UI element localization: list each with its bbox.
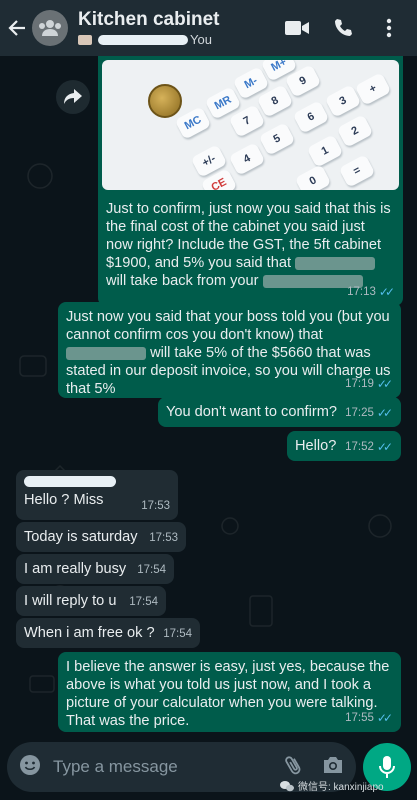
- outgoing-message[interactable]: Just now you said that your boss told yo…: [58, 302, 401, 398]
- chat-header: Kitchen cabinet You: [0, 0, 417, 56]
- calc-key: 1: [306, 134, 344, 168]
- incoming-message[interactable]: I am really busy 17:54: [16, 554, 174, 584]
- outgoing-message[interactable]: Hello? 17:52 ✓✓: [287, 431, 401, 461]
- message-time: 17:19: [345, 378, 374, 390]
- calc-key: 0: [294, 164, 332, 190]
- incoming-message[interactable]: I will reply to u 17:54: [16, 586, 166, 616]
- chat-area[interactable]: MC MR M- M+ 7 8 9 6 5 4 +/- CE 1 2 3 0 +…: [0, 56, 417, 736]
- message-time: 17:53: [141, 500, 170, 512]
- message-time: 17:54: [137, 564, 166, 576]
- message-time: 17:54: [129, 596, 158, 608]
- redacted-member-names: [98, 34, 188, 45]
- coin: [148, 84, 182, 118]
- message-time: 17:53: [149, 532, 178, 544]
- camera-icon[interactable]: [322, 756, 344, 779]
- calc-key: +: [354, 72, 392, 106]
- redacted-text: [295, 256, 376, 270]
- incoming-message[interactable]: Today is saturday 17:53: [16, 522, 186, 552]
- message-text: Today is saturday: [24, 529, 138, 545]
- message-meta: 17:25 ✓✓: [345, 404, 393, 422]
- message-text: When i am free ok ?: [24, 625, 155, 641]
- attach-icon[interactable]: [284, 754, 302, 781]
- message-text: Just now you said that your boss told yo…: [66, 309, 390, 343]
- message-time: 17:52: [345, 441, 374, 453]
- message-meta: 17:54: [129, 593, 158, 611]
- message-time: 17:55: [345, 712, 374, 724]
- message-meta: 17:55 ✓✓: [345, 709, 393, 727]
- message-meta: 17:54: [137, 561, 166, 579]
- double-tick-icon: ✓✓: [376, 440, 393, 454]
- message-meta: 17:19 ✓✓: [345, 375, 393, 393]
- image-caption: Just to confirm, just now you said that …: [102, 190, 399, 290]
- message-text: will take back from your: [106, 273, 259, 289]
- message-meta: 17:13 ✓✓: [347, 283, 395, 301]
- message-text: You don't want to confirm?: [166, 404, 337, 420]
- calc-key: MC: [174, 106, 212, 140]
- message-meta: 17:53: [141, 497, 170, 515]
- message-input[interactable]: [53, 757, 284, 777]
- redacted-sender-name: [24, 476, 116, 487]
- back-arrow-icon[interactable]: [6, 14, 28, 42]
- chat-title-block[interactable]: Kitchen cabinet You: [78, 9, 285, 47]
- group-avatar-icon[interactable]: [32, 10, 68, 46]
- message-text: I believe the answer is easy, just yes, …: [66, 659, 390, 729]
- message-meta: 17:52 ✓✓: [345, 438, 393, 456]
- outgoing-message[interactable]: I believe the answer is easy, just yes, …: [58, 652, 401, 732]
- members-list: You: [78, 32, 285, 47]
- calculator-photo[interactable]: MC MR M- M+ 7 8 9 6 5 4 +/- CE 1 2 3 0 +…: [102, 60, 399, 190]
- composer: 微信号: kanxinjiapo: [0, 736, 417, 800]
- outgoing-message[interactable]: You don't want to confirm? 17:25 ✓✓: [158, 397, 401, 427]
- incoming-message[interactable]: When i am free ok ? 17:54: [16, 618, 200, 648]
- forward-icon[interactable]: [56, 80, 90, 114]
- message-text: I am really busy: [24, 561, 127, 577]
- calc-key: 4: [228, 142, 266, 176]
- double-tick-icon: ✓✓: [378, 285, 395, 299]
- phone-icon[interactable]: [331, 16, 355, 40]
- calc-key: =: [338, 154, 376, 188]
- member-avatar: [78, 34, 92, 45]
- double-tick-icon: ✓✓: [376, 406, 393, 420]
- message-time: 17:54: [163, 628, 192, 640]
- watermark: 微信号: kanxinjiapo: [280, 778, 384, 793]
- redacted-text: [66, 346, 146, 360]
- message-time: 17:25: [345, 407, 374, 419]
- calc-key: 2: [336, 114, 374, 148]
- more-vertical-icon[interactable]: [377, 16, 401, 40]
- double-tick-icon: ✓✓: [376, 377, 393, 391]
- incoming-message[interactable]: Hello ? Miss 17:53: [16, 470, 178, 520]
- double-tick-icon: ✓✓: [376, 711, 393, 725]
- image-message[interactable]: MC MR M- M+ 7 8 9 6 5 4 +/- CE 1 2 3 0 +…: [98, 56, 403, 306]
- calc-key: 5: [258, 122, 296, 156]
- message-text: I will reply to u: [24, 593, 117, 609]
- message-meta: 17:53: [149, 529, 178, 547]
- calc-key: 6: [292, 100, 330, 134]
- message-meta: 17:54: [163, 625, 192, 643]
- video-call-icon[interactable]: [285, 16, 309, 40]
- message-text: Hello?: [295, 438, 337, 454]
- message-time: 17:13: [347, 286, 376, 298]
- emoji-icon[interactable]: [19, 754, 41, 781]
- mic-icon: [379, 756, 395, 778]
- watermark-label: 微信号: kanxinjiapo: [298, 782, 384, 793]
- chat-title: Kitchen cabinet: [78, 9, 220, 30]
- members-suffix: You: [190, 32, 212, 47]
- message-text: Hello ? Miss: [24, 492, 104, 508]
